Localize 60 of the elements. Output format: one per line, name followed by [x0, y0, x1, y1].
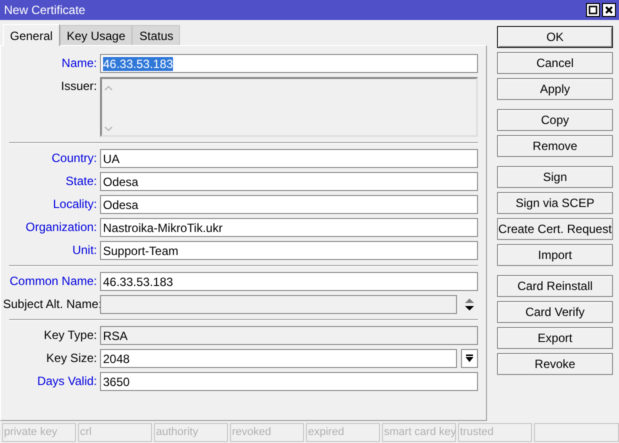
field-label: Name: [60, 55, 98, 72]
field-label: Organization: [24, 219, 98, 236]
field-label: Key Size: [45, 350, 98, 367]
input-field[interactable]: 3650 [100, 372, 478, 391]
status-cell: trusted [458, 423, 532, 442]
status-cell: crl [78, 423, 152, 442]
action-button[interactable]: Sign via SCEP [497, 192, 613, 214]
field-value: Nastroika-MikroTik.ukr [103, 220, 223, 234]
tab[interactable]: Status [132, 25, 180, 45]
action-button[interactable]: Cancel [497, 52, 613, 74]
maximize-icon[interactable] [586, 3, 600, 17]
input-field[interactable]: Support-Team [100, 241, 478, 260]
field-value: Odesa [103, 174, 138, 188]
action-button[interactable]: Import [497, 244, 613, 266]
status-cell: private key [2, 423, 76, 442]
field-value: Odesa [103, 198, 138, 212]
action-button[interactable]: Card Reinstall [497, 275, 613, 297]
tab[interactable]: Key Usage [60, 25, 132, 45]
action-button[interactable]: Apply [497, 78, 613, 100]
field-label: Country: [50, 150, 98, 167]
input-field[interactable]: Odesa [100, 172, 478, 191]
close-icon[interactable] [602, 3, 616, 17]
input-field[interactable]: 46.33.53.183 [100, 272, 478, 291]
input-field[interactable]: Nastroika-MikroTik.ukr [100, 218, 478, 237]
status-cell: smart card key [382, 423, 456, 442]
action-button[interactable]: Card Verify [497, 301, 613, 323]
window-title: New Certificate [4, 3, 86, 17]
action-button[interactable]: Sign [497, 166, 613, 188]
dropdown-button[interactable] [461, 349, 478, 368]
field-value: 46.33.53.183 [103, 274, 174, 288]
input-field[interactable]: 46.33.53.183 [100, 54, 478, 73]
field-label: Issuer: [60, 78, 98, 95]
field-label: Common Name: [8, 273, 98, 290]
action-button[interactable]: Export [497, 327, 613, 349]
field-label: State: [64, 173, 98, 190]
input-field[interactable]: Odesa [100, 195, 478, 214]
status-cell: expired [306, 423, 380, 442]
action-button[interactable]: Create Cert. Request [497, 218, 613, 240]
up-down-icon[interactable] [464, 298, 475, 312]
field-label: Locality: [52, 196, 98, 213]
field-label: Subject Alt. Name: [3, 296, 100, 313]
field-value: 2048 [103, 352, 130, 366]
action-button[interactable]: Copy [497, 109, 613, 131]
field-label: Unit: [71, 242, 98, 259]
field-value: RSA [103, 328, 128, 342]
field-value: Support-Team [103, 244, 178, 258]
action-button[interactable]: OK [497, 26, 613, 48]
dropdown-arrow-icon [465, 354, 474, 363]
field-label: Key Type: [42, 327, 98, 344]
field-value: UA [103, 152, 120, 166]
input-field[interactable]: 2048 [100, 349, 457, 368]
status-cell: revoked [230, 423, 304, 442]
status-cell: authority [154, 423, 228, 442]
field-label: Days Valid: [36, 373, 98, 390]
action-button[interactable]: Revoke [497, 353, 613, 375]
action-button[interactable]: Remove [497, 135, 613, 157]
tab[interactable]: General [3, 24, 60, 46]
field-value: 3650 [103, 374, 130, 388]
field-value: 46.33.53.183 [103, 56, 174, 70]
input-field[interactable]: UA [100, 149, 478, 168]
